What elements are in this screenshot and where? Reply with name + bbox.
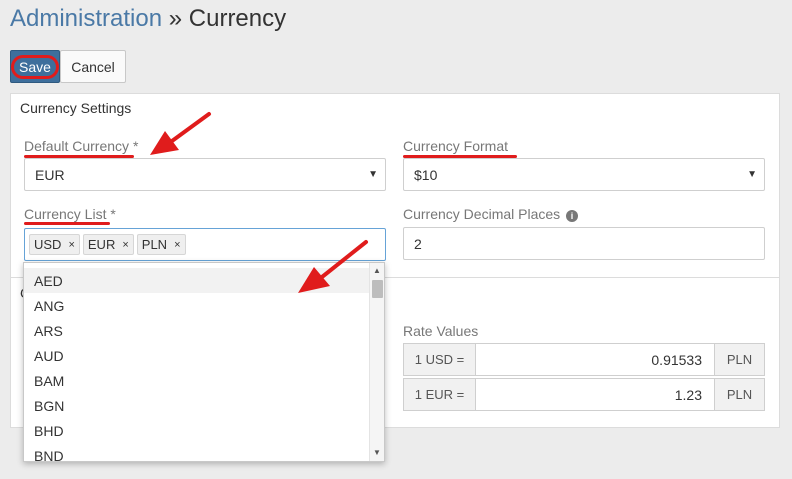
- annotation-arrow-default-currency: [150, 112, 211, 155]
- annotation-arrows: [150, 112, 368, 293]
- annotation-arrow-currency-list: [298, 240, 368, 293]
